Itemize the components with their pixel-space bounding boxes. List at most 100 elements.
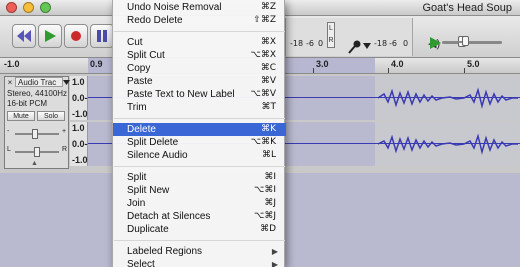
vertical-ruler-right-channel: 1.0 0.0- -1.0: [70, 122, 88, 166]
menu-item-shortcut: ⌘V: [260, 76, 276, 86]
pause-button[interactable]: [90, 24, 114, 48]
menu-item-shortcut: ⌘C: [260, 63, 276, 73]
menu-item-split-new[interactable]: Split New ⌥⌘I: [113, 184, 286, 197]
menu-item-shortcut: ⌥⌘V: [250, 89, 276, 99]
menu-item-undo-noise-removal[interactable]: Undo Noise Removal ⌘Z: [113, 1, 286, 14]
menu-item-label: Split New: [127, 185, 170, 196]
meter-right-label: R: [328, 37, 334, 44]
solo-button[interactable]: Solo: [37, 111, 65, 121]
menu-item-label: Trim: [127, 102, 147, 113]
pan-slider-thumb[interactable]: [34, 147, 40, 157]
menu-item-trim[interactable]: Trim ⌘T: [113, 101, 286, 114]
menu-item-label: Silence Audio: [127, 150, 188, 161]
record-button[interactable]: [64, 24, 88, 48]
menu-item-label: Delete: [127, 124, 156, 135]
submenu-arrow-icon: ▶: [271, 260, 278, 267]
menu-item-label: Cut: [127, 37, 143, 48]
menu-item-label: Select: [127, 259, 155, 267]
small-play-icon[interactable]: [428, 36, 442, 50]
record-icon: [71, 31, 81, 41]
menu-item-label: Split: [127, 172, 147, 183]
menu-item-label: Labeled Regions: [127, 246, 203, 257]
vruler-label: 0.0-: [72, 93, 88, 103]
gain-slider-thumb[interactable]: [32, 129, 38, 139]
menu-item-select[interactable]: Select ▶: [113, 258, 286, 267]
menu-item-paste-text-to-new-label[interactable]: Paste Text to New Label ⌥⌘V: [113, 88, 286, 101]
recording-volume-track[interactable]: [446, 41, 501, 43]
track-name-menu[interactable]: Audio Trac: [15, 77, 63, 87]
chevron-down-icon[interactable]: [363, 43, 371, 49]
track-bitdepth-info: 16-bit PCM: [7, 99, 48, 108]
menu-item-split[interactable]: Split ⌘I: [113, 171, 286, 184]
vertical-ruler-left-channel: 1.0 0.0- -1.0: [70, 76, 88, 120]
menu-item-label: Paste Text to New Label: [127, 89, 235, 100]
menu-separator: [114, 166, 285, 167]
menu-item-split-delete[interactable]: Split Delete ⌥⌘K: [113, 136, 286, 149]
submenu-arrow-icon: ▶: [271, 247, 278, 256]
traffic-lights: [6, 2, 51, 13]
skip-start-icon: [17, 30, 31, 42]
menu-item-label: Paste: [127, 76, 153, 87]
meter-left-label: L: [329, 25, 333, 32]
play-icon: [45, 30, 56, 42]
vruler-label: -1.0: [72, 109, 88, 119]
recording-volume-slider-thumb[interactable]: [462, 36, 469, 46]
menu-item-shortcut: ⌥⌘I: [253, 185, 276, 195]
meter-tick: -6: [389, 39, 397, 48]
play-button[interactable]: [38, 24, 62, 48]
ruler-tick: [313, 68, 314, 73]
vruler-label: 1.0: [72, 77, 85, 87]
menu-item-label: Split Delete: [127, 137, 179, 148]
meter-tick: 0: [318, 39, 324, 48]
menu-item-shortcut: ⌥⌘J: [253, 211, 276, 221]
menu-separator: [114, 31, 285, 32]
menu-separator: [114, 118, 285, 119]
track-close-button[interactable]: ×: [6, 78, 14, 87]
vruler-label: 0.0-: [72, 139, 88, 149]
waveform-shape: [377, 87, 518, 109]
ruler-tick-label: 3.0: [316, 59, 329, 69]
minimize-window-button[interactable]: [23, 2, 34, 13]
menu-item-shortcut: ⌘I: [264, 172, 276, 182]
menu-item-cut[interactable]: Cut ⌘X: [113, 36, 286, 49]
menu-item-detach-at-silences[interactable]: Detach at Silences ⌥⌘J: [113, 210, 286, 223]
menu-item-label: Duplicate: [127, 224, 169, 235]
menu-item-labeled-regions[interactable]: Labeled Regions ▶: [113, 245, 286, 258]
level-meters[interactable]: L R -18 -6 0 -18 -6 0: [285, 18, 413, 56]
menu-item-copy[interactable]: Copy ⌘C: [113, 62, 286, 75]
collapse-track-icon[interactable]: ▲: [31, 160, 38, 167]
ruler-tick: [464, 68, 465, 73]
edit-menu-dropdown: Undo Noise Removal ⌘Z Redo Delete ⇧⌘Z Cut ⌘X S…: [112, 0, 286, 267]
menu-item-delete[interactable]: Delete ⌘K: [113, 123, 286, 136]
gain-minus-label: -: [7, 128, 10, 135]
zoom-window-button[interactable]: [40, 2, 51, 13]
chevron-down-icon[interactable]: [63, 80, 70, 85]
track-rate-info: Stereo, 44100Hz: [7, 89, 68, 98]
meter-tick: -18: [290, 39, 304, 48]
meter-tick: 0: [403, 39, 409, 48]
menu-item-split-cut[interactable]: Split Cut ⌥⌘X: [113, 49, 286, 62]
menu-item-shortcut: ⌥⌘X: [250, 50, 276, 60]
gain-plus-label: +: [62, 128, 67, 135]
microphone-icon[interactable]: [348, 40, 362, 59]
pan-left-label: L: [7, 146, 11, 153]
menu-item-shortcut: ⌘D: [260, 224, 276, 234]
ruler-tick-label: 4.0: [391, 59, 404, 69]
meter-tick: -18: [374, 39, 388, 48]
menu-item-paste[interactable]: Paste ⌘V: [113, 75, 286, 88]
menu-item-silence-audio[interactable]: Silence Audio ⌘L: [113, 149, 286, 162]
menu-item-duplicate[interactable]: Duplicate ⌘D: [113, 223, 286, 236]
menu-item-shortcut: ⌘Z: [260, 2, 276, 12]
menu-item-shortcut: ⌘T: [261, 102, 277, 112]
skip-to-start-button[interactable]: [12, 24, 36, 48]
ruler-tick: [388, 68, 389, 73]
menu-item-label: Undo Noise Removal: [127, 2, 222, 13]
menu-item-join[interactable]: Join ⌘J: [113, 197, 286, 210]
track-format-info: Stereo, 44100Hz 16-bit PCM: [7, 89, 67, 109]
mute-button[interactable]: Mute: [7, 111, 35, 121]
menu-item-redo-delete[interactable]: Redo Delete ⇧⌘Z: [113, 14, 286, 27]
vruler-label: -1.0: [72, 155, 88, 165]
close-window-button[interactable]: [6, 2, 17, 13]
menu-separator: [114, 240, 285, 241]
menu-item-label: Redo Delete: [127, 15, 183, 26]
